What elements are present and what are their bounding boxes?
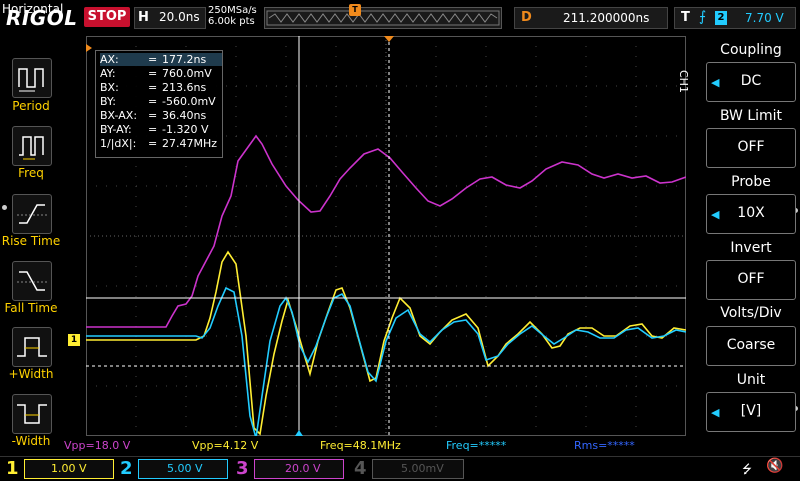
ch4-scale: 5.00mV — [401, 462, 444, 475]
panel-title: Horizontal — [2, 2, 64, 16]
probe-value: 10X — [737, 205, 765, 221]
cursor-row-dy: BY-AY: = -1.320 V — [100, 123, 209, 136]
unit-title: Unit — [736, 372, 766, 388]
run-stop-status[interactable]: STOP — [84, 7, 130, 27]
cursor-row-dx: BX-AX: = 36.40ns — [100, 109, 207, 122]
invert-button[interactable]: OFF — [706, 260, 796, 300]
delay-label: D — [521, 10, 532, 25]
delay-value: 211.200000ns — [563, 11, 650, 25]
ch3-number[interactable]: 3 — [236, 458, 249, 479]
ch3-scale-box[interactable]: 20.0 V — [254, 459, 344, 479]
period-icon — [18, 68, 44, 92]
rising-edge-icon: ⨍ — [699, 9, 707, 25]
speaker-muted-icon[interactable]: 🔇 — [766, 458, 783, 474]
ch4-number[interactable]: 4 — [354, 458, 367, 479]
rise-time-button[interactable] — [12, 194, 52, 234]
channel-tag: CH1 — [677, 70, 690, 93]
probe-button[interactable]: ◀ 10X — [706, 194, 796, 234]
volts-div-value: Coarse — [726, 337, 776, 353]
timebase-value: 20.0ns — [159, 10, 200, 24]
trigger-label: T — [681, 10, 690, 25]
ch1-scale: 1.00 V — [51, 462, 87, 475]
negative-width-button[interactable] — [12, 394, 52, 434]
cursor-readout: AX: = 177.2ns AY: = 760.0mV BX: = 213.6n… — [95, 50, 223, 158]
cursor-row-ax: AX: = 177.2ns — [100, 53, 222, 66]
usb-icon: ⭍ — [742, 462, 752, 476]
volts-div-button[interactable]: Coarse — [706, 326, 796, 366]
measurement-ch1-vpp: Vpp=4.12 V — [192, 439, 259, 452]
probe-title: Probe — [731, 174, 771, 190]
bw-limit-title: BW Limit — [719, 108, 783, 124]
measurement-ch1-freq: Freq=48.1MHz — [320, 439, 401, 452]
timebase-label: H — [138, 10, 149, 25]
memory-overview[interactable] — [264, 7, 502, 29]
trigger-level: 7.70 V — [745, 11, 784, 25]
negative-width-icon — [17, 404, 47, 424]
delay-box[interactable]: D 211.200000ns — [514, 7, 668, 29]
invert-value: OFF — [737, 271, 765, 287]
ch2-scale-box[interactable]: 5.00 V — [138, 459, 228, 479]
cursor-row-bx: BX: = 213.6ns — [100, 81, 207, 94]
positive-width-icon — [17, 337, 47, 357]
period-button[interactable] — [12, 58, 52, 98]
cursor-row-inverse-dx: 1/|dX|: = 27.47MHz — [100, 137, 218, 150]
coupling-title: Coupling — [720, 42, 782, 58]
positive-width-button[interactable] — [12, 327, 52, 367]
ch1-number[interactable]: 1 — [6, 458, 19, 479]
memory-depth: 6.00k pts — [208, 16, 255, 27]
invert-title: Invert — [730, 240, 772, 256]
period-label: Period — [12, 99, 50, 113]
fall-time-label: Fall Time — [4, 301, 58, 315]
trigger-source: 2 — [715, 11, 727, 25]
acquisition-info: 250MSa/s 6.00k pts — [208, 5, 257, 27]
bw-limit-button[interactable]: OFF — [706, 128, 796, 168]
frequency-icon — [19, 136, 44, 160]
panel-scroll-dot — [2, 205, 7, 210]
coupling-button[interactable]: ◀ DC — [706, 62, 796, 102]
cursor-row-ay: AY: = 760.0mV — [100, 67, 212, 80]
trigger-position-marker[interactable]: T — [349, 4, 361, 16]
timebase-box[interactable]: H 20.0ns — [134, 7, 206, 29]
measurement-ch2-freq: Freq=***** — [446, 439, 507, 452]
ch2-number[interactable]: 2 — [120, 458, 133, 479]
trigger-box[interactable]: T ⨍ 2 7.70 V — [674, 7, 796, 29]
sample-rate: 250MSa/s — [208, 5, 257, 16]
ch1-ground-marker[interactable]: 1 — [68, 334, 80, 346]
volts-div-title: Volts/Div — [720, 305, 782, 321]
memory-waveform-preview — [266, 10, 500, 26]
negative-width-label: -Width — [11, 434, 51, 448]
bw-limit-value: OFF — [737, 139, 765, 155]
freq-label: Freq — [18, 166, 44, 180]
positive-width-label: +Width — [8, 367, 54, 381]
fall-time-icon — [17, 271, 47, 291]
ch2-scale: 5.00 V — [167, 462, 203, 475]
ch1-scale-box[interactable]: 1.00 V — [24, 459, 114, 479]
rise-time-icon — [17, 204, 47, 224]
measurement-ch2-rms: Rms=***** — [574, 439, 635, 452]
ch4-scale-box[interactable]: 5.00mV — [372, 459, 464, 479]
rise-time-label: Rise Time — [1, 234, 61, 248]
measurement-ch3-vpp: Vpp=18.0 V — [64, 439, 131, 452]
fall-time-button[interactable] — [12, 261, 52, 301]
freq-button[interactable] — [12, 126, 52, 166]
ch3-scale: 20.0 V — [285, 462, 321, 475]
coupling-value: DC — [740, 73, 762, 89]
cursor-row-by: BY: = -560.0mV — [100, 95, 216, 108]
unit-button[interactable]: ◀ [V] — [706, 392, 796, 432]
unit-value: [V] — [740, 403, 762, 419]
